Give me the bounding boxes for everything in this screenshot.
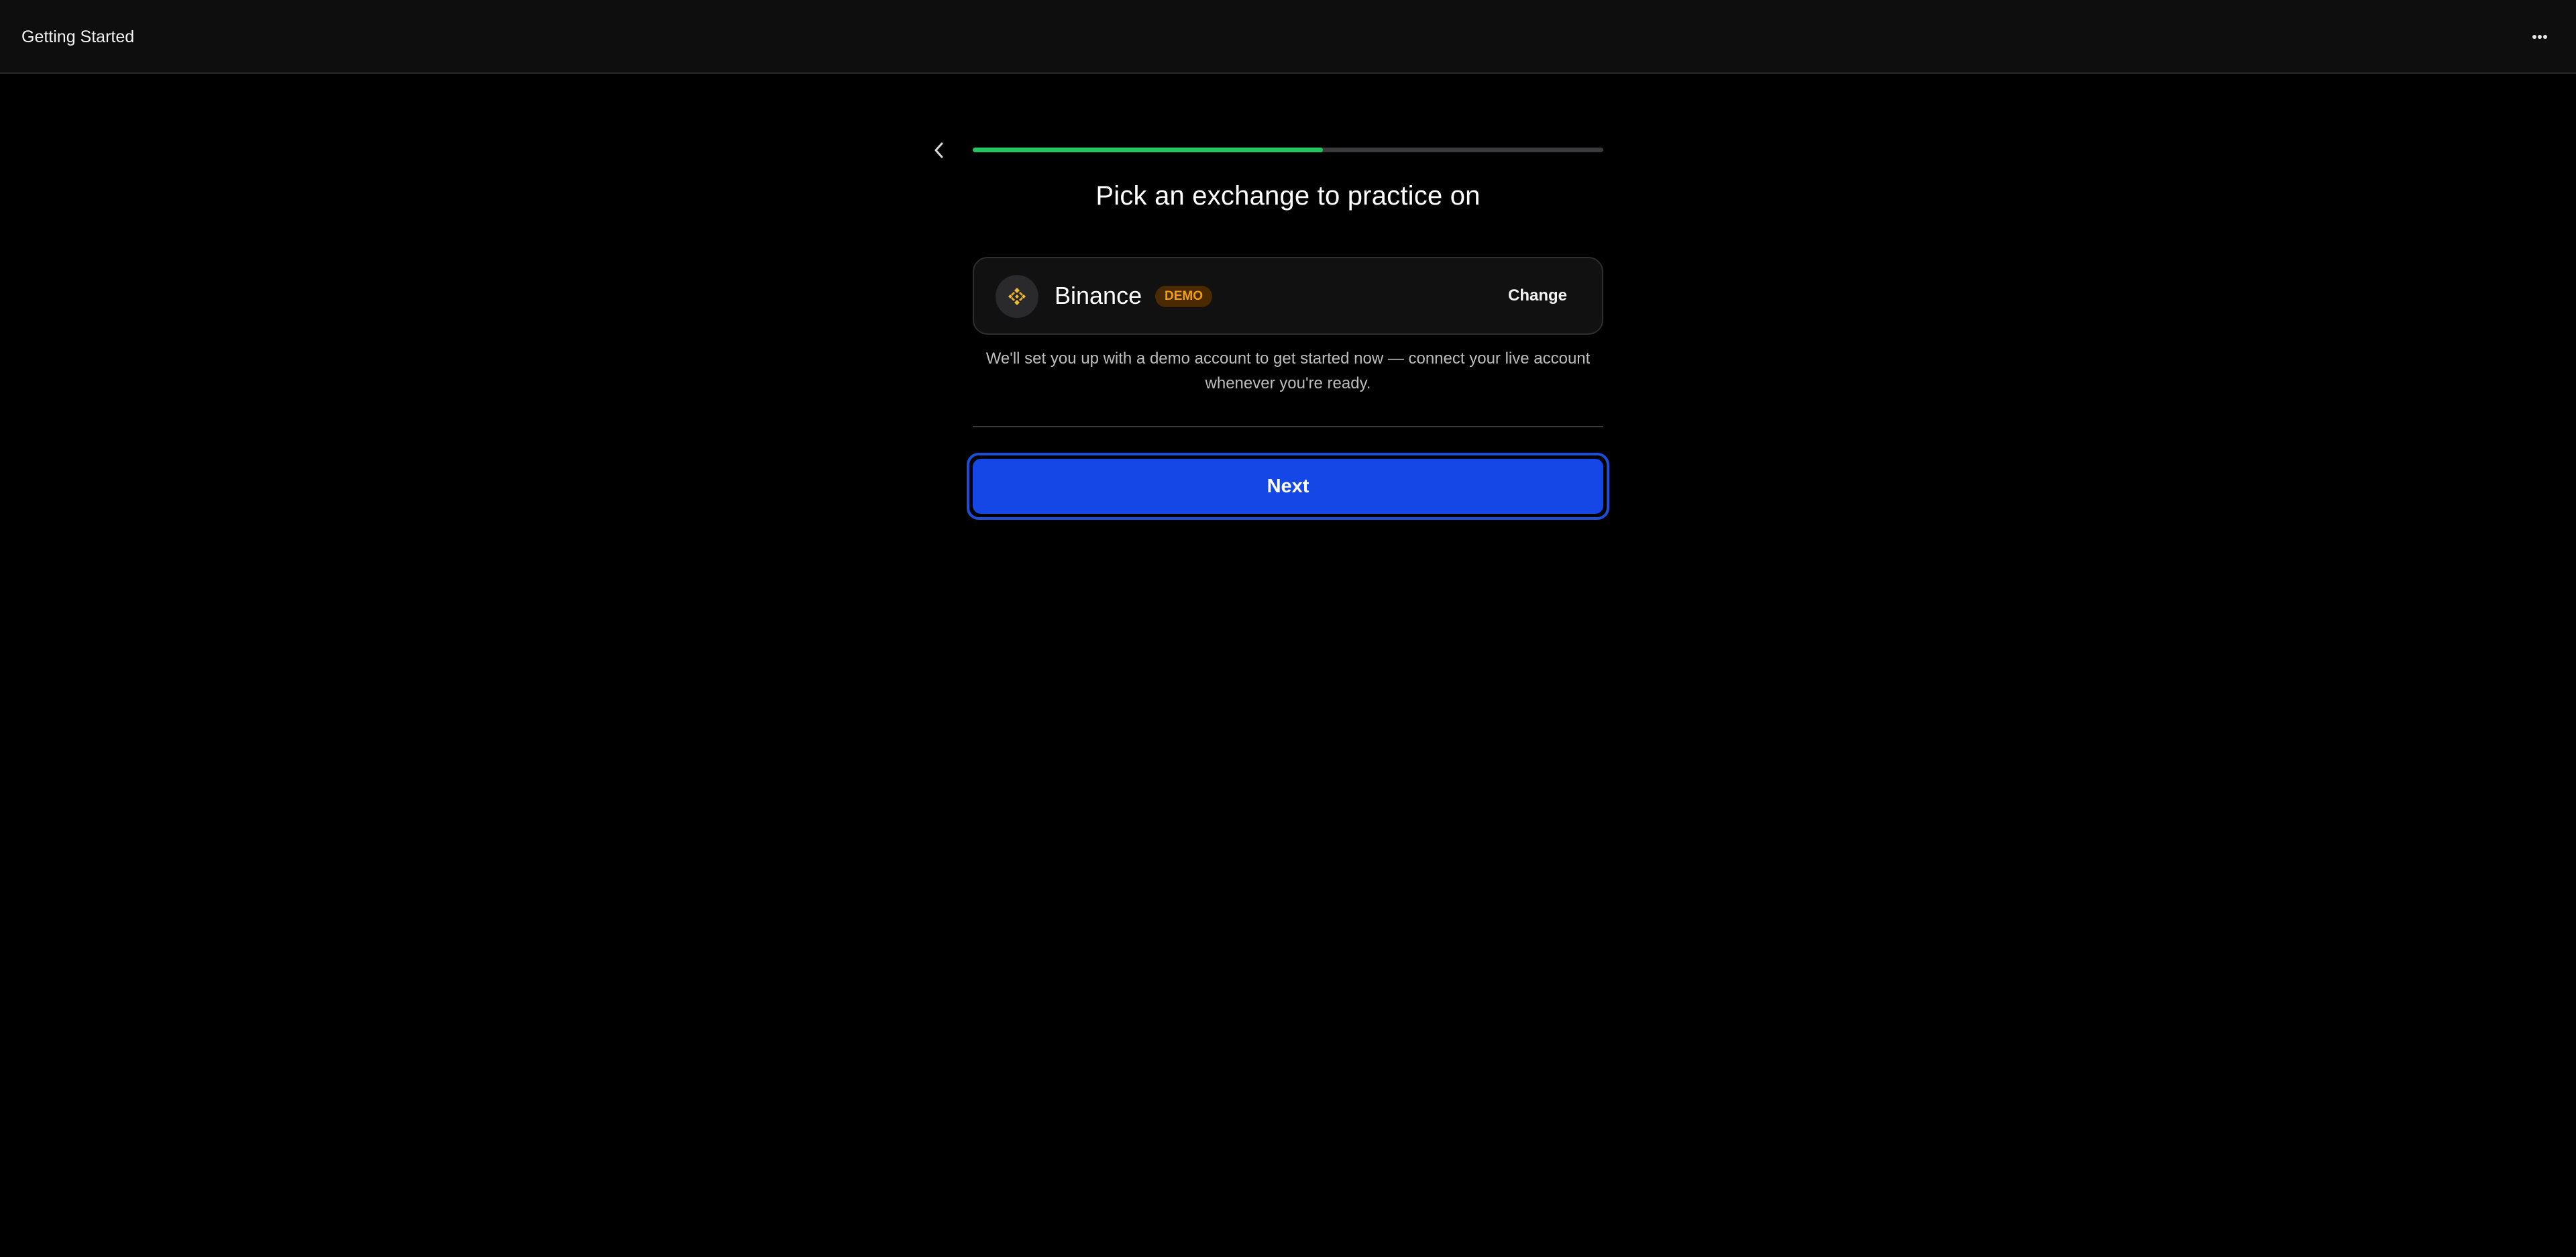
binance-logo-icon <box>1008 288 1026 305</box>
exchange-card: Binance DEMO Change <box>973 257 1603 335</box>
chevron-left-icon <box>934 142 943 158</box>
divider <box>973 426 1603 427</box>
more-options-button[interactable] <box>2525 24 2555 50</box>
demo-badge: DEMO <box>1155 286 1212 307</box>
change-exchange-button[interactable]: Change <box>1508 282 1567 309</box>
progress-bar <box>973 148 1603 152</box>
more-horizontal-icon <box>2532 35 2547 39</box>
next-button[interactable]: Next <box>973 459 1603 514</box>
page-heading: Pick an exchange to practice on <box>1095 181 1481 211</box>
progress-fill <box>973 148 1323 152</box>
helper-text: We'll set you up with a demo account to … <box>985 349 1591 392</box>
top-bar: Getting Started <box>0 0 2576 74</box>
back-button[interactable] <box>926 137 953 164</box>
exchange-name: Binance <box>1055 282 1142 309</box>
page-title: Getting Started <box>21 28 135 46</box>
exchange-logo <box>996 275 1038 318</box>
